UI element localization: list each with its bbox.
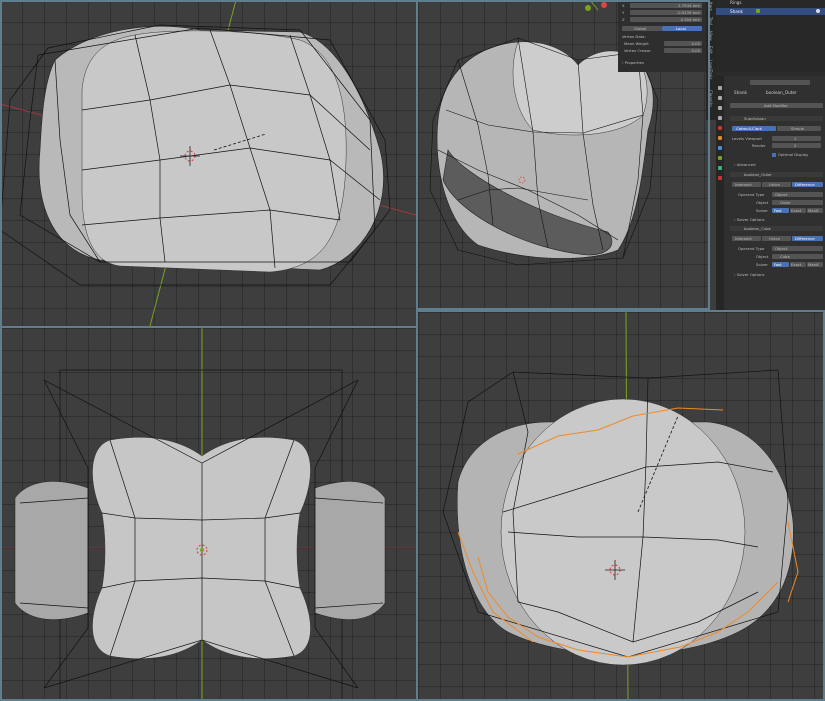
properties-subpanel[interactable]: › Properties <box>622 60 644 65</box>
scene-tab-icon[interactable] <box>718 126 722 130</box>
subdivision-header[interactable]: Subdivision <box>730 116 823 121</box>
optimal-display-label: Optimal Display <box>778 152 809 157</box>
right-panel: Rings Shank Shank boolean_Outer Add Modi… <box>716 0 825 310</box>
union-button[interactable]: Union <box>762 236 791 241</box>
solver-label: Solver <box>756 208 768 213</box>
object-label: Object <box>756 254 769 259</box>
tab-tool[interactable]: Tool <box>708 17 713 25</box>
viewport-canvas[interactable] <box>418 312 825 701</box>
solver-manifold-button[interactable]: Manif. <box>807 208 823 213</box>
search-input[interactable] <box>750 80 810 85</box>
material-tab-icon[interactable] <box>718 176 722 180</box>
tab-view[interactable]: View <box>708 31 713 41</box>
object-tab-icon[interactable] <box>718 136 722 140</box>
location-y-field[interactable]: -0.9139 mm <box>630 10 702 15</box>
render-levels-label: Render <box>752 143 766 148</box>
local-toggle[interactable]: Local <box>662 26 702 31</box>
tab-cleanup[interactable]: CleanUp <box>708 90 713 107</box>
boolean-cube-header[interactable]: boolean_Cube <box>730 226 823 231</box>
object-field[interactable]: Outer <box>772 200 823 205</box>
operand-type-select[interactable]: Object <box>772 192 823 197</box>
location-z-field[interactable]: 4.394 mm <box>630 17 702 22</box>
y-axis-line <box>589 0 599 11</box>
navigation-gizmo[interactable] <box>585 2 607 11</box>
viewport-top-ortho[interactable] <box>0 328 416 701</box>
ring-side-left-mesh[interactable] <box>14 481 89 620</box>
simple-button[interactable]: Simple <box>777 126 821 131</box>
physics-tab-icon[interactable] <box>718 156 722 160</box>
outliner: Rings Shank <box>716 0 825 72</box>
viewport-perspective-front[interactable] <box>418 312 825 701</box>
difference-button[interactable]: Difference <box>792 182 823 187</box>
viewport-perspective-iso[interactable]: X 2.7544 mm Y -0.9139 mm Z 4.394 mm Glob… <box>418 0 708 308</box>
modifier-tab-icon[interactable] <box>718 146 722 150</box>
solver-options-subpanel[interactable]: › Solver Options <box>734 217 765 222</box>
levels-viewport-label: Levels Viewport <box>732 136 763 141</box>
sidebar-tabs: Item Tool View Edit LoopTools CleanUp <box>706 0 716 120</box>
operand-type-label: Operand Type <box>738 246 765 251</box>
solver-exact-button[interactable]: Exact <box>790 262 806 267</box>
tool-tab-icon[interactable] <box>718 86 722 90</box>
gizmo-x-icon[interactable] <box>601 2 607 8</box>
catmull-clark-button[interactable]: Catmull-Clark <box>732 126 776 131</box>
solver-manifold-button[interactable]: Manif. <box>807 262 823 267</box>
render-tab-icon[interactable] <box>718 96 722 100</box>
gizmo-y-icon[interactable] <box>585 5 591 11</box>
vertex-crease-field[interactable]: 0.00 <box>664 48 702 53</box>
properties-tab-bar <box>716 76 724 310</box>
outliner-row-shank[interactable]: Shank <box>716 8 825 15</box>
viewport-canvas[interactable] <box>0 0 416 326</box>
advanced-subpanel[interactable]: › Advanced <box>734 162 756 167</box>
solver-fast-button[interactable]: Fast <box>772 208 789 213</box>
boolean-outer-header[interactable]: boolean_Outer <box>730 172 823 177</box>
operand-type-label: Operand Type <box>738 192 765 197</box>
view-layer-tab-icon[interactable] <box>718 116 722 120</box>
object-label: Object <box>756 200 769 205</box>
vertex-crease-label: Vertex Crease <box>624 48 651 53</box>
levels-viewport-field[interactable]: 1 <box>772 136 821 141</box>
eye-icon[interactable] <box>816 9 820 13</box>
viewport-canvas[interactable] <box>0 328 416 701</box>
optimal-display-checkbox[interactable] <box>772 153 776 157</box>
mean-weight-field[interactable]: 0.00 <box>664 41 702 46</box>
location-x-field[interactable]: 2.7544 mm <box>630 3 702 8</box>
breadcrumb-modifier: boolean_Outer <box>766 90 797 95</box>
output-tab-icon[interactable] <box>718 106 722 110</box>
render-levels-field[interactable]: 2 <box>772 143 821 148</box>
ring-face-mesh[interactable] <box>81 30 347 273</box>
constraints-tab-icon[interactable] <box>718 166 722 170</box>
ring-face-mesh[interactable] <box>500 398 746 666</box>
union-button[interactable]: Union <box>762 182 791 187</box>
tab-edit[interactable]: Edit <box>708 46 713 54</box>
viewport-perspective-top[interactable] <box>0 0 416 326</box>
global-toggle[interactable]: Global <box>622 26 662 31</box>
vertex-data-title: Vertex Data: <box>622 34 646 39</box>
solver-options-subpanel[interactable]: › Solver Options <box>734 272 765 277</box>
ring-face-mesh[interactable] <box>92 437 311 659</box>
object-field[interactable]: Cube <box>772 254 823 259</box>
outliner-row-rings[interactable]: Rings <box>730 0 742 5</box>
breadcrumb-object: Shank <box>734 90 747 95</box>
difference-button[interactable]: Difference <box>792 236 823 241</box>
n-panel-transform: X 2.7544 mm Y -0.9139 mm Z 4.394 mm Glob… <box>618 0 706 72</box>
properties-editor: Shank boolean_Outer Add Modifier Subdivi… <box>716 76 825 310</box>
tab-item[interactable]: Item <box>708 2 713 11</box>
intersect-button[interactable]: Intersect <box>732 182 761 187</box>
mesh-icon <box>756 9 760 13</box>
add-modifier-button[interactable]: Add Modifier <box>730 103 823 108</box>
solver-label: Solver <box>756 262 768 267</box>
solver-exact-button[interactable]: Exact <box>790 208 806 213</box>
intersect-button[interactable]: Intersect <box>732 236 761 241</box>
operand-type-select[interactable]: Object <box>772 246 823 251</box>
mean-weight-label: Mean Weight <box>624 41 649 46</box>
solver-fast-button[interactable]: Fast <box>772 262 789 267</box>
tab-looptools[interactable]: LoopTools <box>708 60 713 79</box>
